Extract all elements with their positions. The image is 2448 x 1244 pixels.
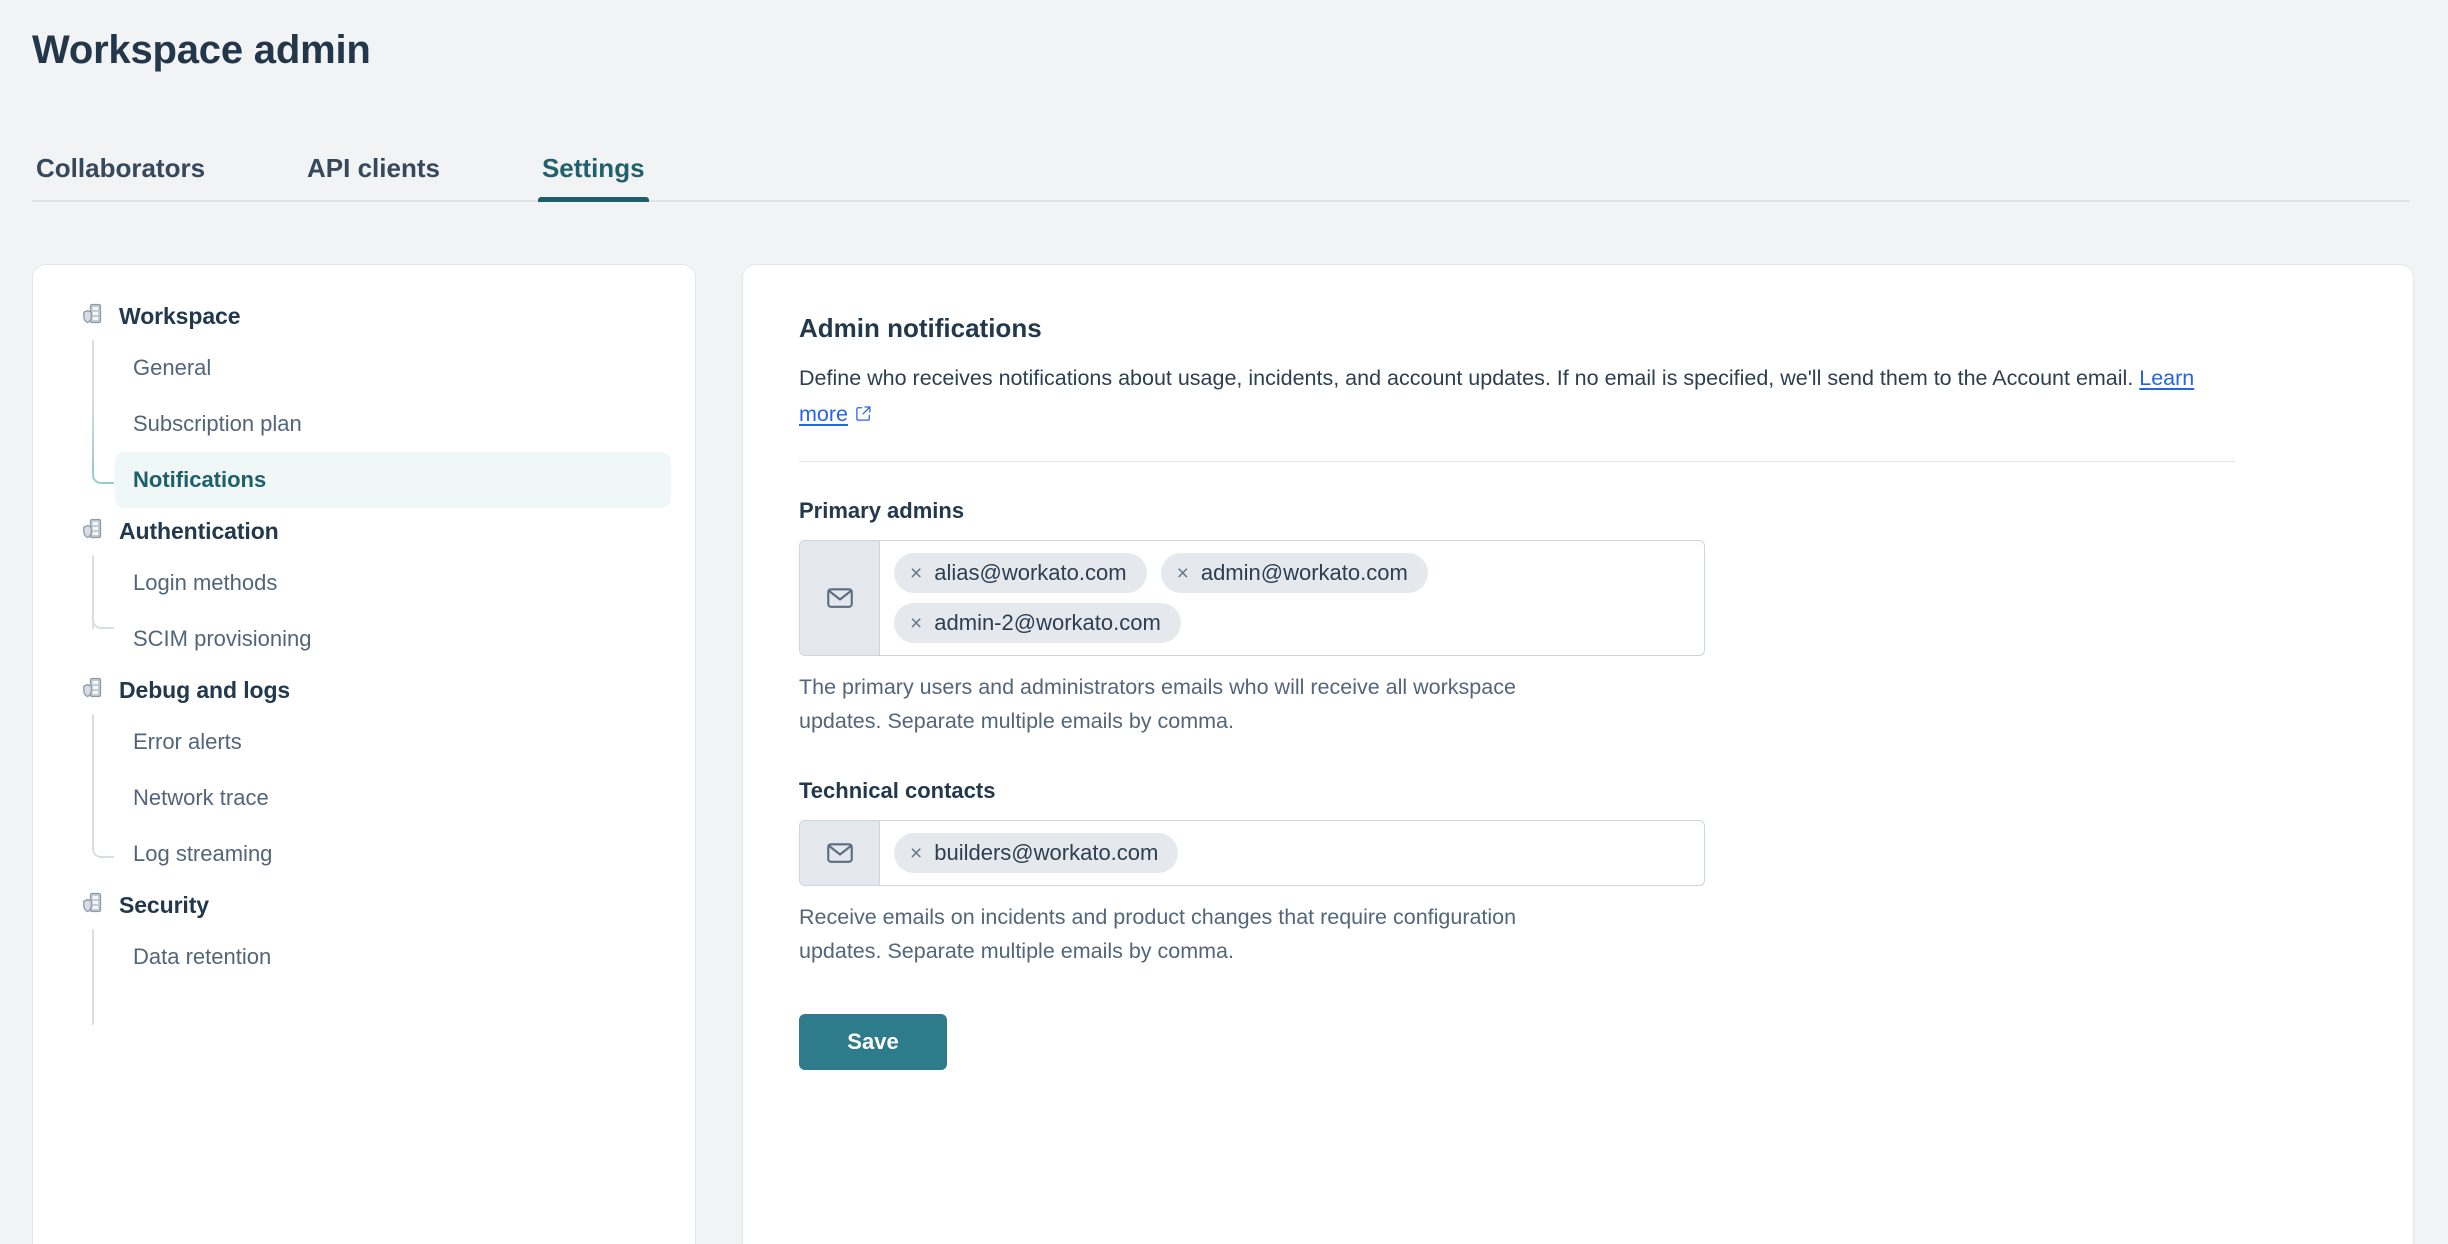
sidebar-item-log-streaming[interactable]: Log streaming [115,826,671,882]
nav-tree-line [92,714,94,844]
technical-contacts-help-text: Receive emails on incidents and product … [799,905,1517,963]
nav-tree-elbow [92,836,114,858]
email-chip[interactable]: × admin-2@workato.com [894,603,1181,643]
nav-tree-elbow [92,607,114,629]
save-button[interactable]: Save [799,1014,947,1070]
settings-sidebar-card: Workspace General Subscription plan Noti… [32,264,696,1244]
email-chip[interactable]: × builders@workato.com [894,833,1179,873]
tab-settings[interactable]: Settings [537,153,649,202]
nav-group-label: Workspace [119,303,241,329]
sidebar-item-scim-provisioning[interactable]: SCIM provisioning [115,611,671,667]
sidebar-item-data-retention[interactable]: Data retention [115,929,671,985]
tab-list: Collaborators API clients Settings [32,140,649,202]
section-divider [799,461,2235,462]
sidebar-item-login-methods[interactable]: Login methods [115,555,671,611]
nav-tree-elbow [92,462,114,484]
primary-admins-help-text: The primary users and administrators ema… [799,675,1516,733]
server-shield-icon [81,677,103,704]
primary-admins-label: Primary admins [799,498,965,523]
sidebar-item-error-alerts[interactable]: Error alerts [115,714,671,770]
tab-api-clients[interactable]: API clients [303,153,444,202]
email-chip[interactable]: × admin@workato.com [1160,553,1428,593]
primary-admins-chip-list: × alias@workato.com × admin@workato.com × a… [880,541,1704,655]
external-link-icon[interactable] [855,397,872,433]
email-chip-label: admin@workato.com [1200,560,1408,585]
section-title: Admin notifications [799,313,1042,343]
nav-group-label: Authentication [119,518,279,544]
nav-group-security: Security Data retention [57,882,671,1025]
nav-group-header-workspace[interactable]: Workspace [57,293,671,340]
primary-admins-field: Primary admins × alias@workato.com × admin… [799,498,2357,738]
nav-group-label: Security [119,892,209,918]
technical-contacts-input[interactable]: × builders@workato.com [799,820,1705,886]
remove-chip-icon[interactable]: × [1177,563,1189,584]
nav-children-authentication: Login methods SCIM provisioning [57,555,671,667]
nav-group-header-debug-and-logs[interactable]: Debug and logs [57,667,671,714]
admin-notifications-panel: Admin notifications Define who receives … [743,265,2413,1070]
email-chip-label: admin-2@workato.com [934,610,1161,635]
page-title: Workspace admin [32,28,371,72]
sidebar-item-network-trace[interactable]: Network trace [115,770,671,826]
email-chip-label: alias@workato.com [934,560,1127,585]
nav-group-authentication: Authentication Login methods SCIM provis… [57,508,671,667]
nav-tree-line [92,929,94,1025]
workspace-admin-page: Workspace admin Collaborators API client… [0,0,2448,1244]
envelope-icon [800,821,880,885]
sidebar-item-general[interactable]: General [115,340,671,396]
technical-contacts-field: Technical contacts × builders@workato.com… [799,778,2357,968]
nav-group-workspace: Workspace General Subscription plan Noti… [57,293,671,508]
sidebar-item-subscription-plan[interactable]: Subscription plan [115,396,671,452]
tab-collaborators[interactable]: Collaborators [32,153,209,202]
remove-chip-icon[interactable]: × [910,843,922,864]
technical-contacts-label: Technical contacts [799,778,996,803]
nav-children-debug-and-logs: Error alerts Network trace Log streaming [57,714,671,882]
section-description: Define who receives notifications about … [799,360,2229,433]
nav-group-debug-and-logs: Debug and logs Error alerts Network trac… [57,667,671,882]
remove-chip-icon[interactable]: × [910,563,922,584]
server-shield-icon [81,892,103,919]
email-chip[interactable]: × alias@workato.com [894,553,1147,593]
settings-nav: Workspace General Subscription plan Noti… [33,265,695,1025]
technical-contacts-chip-list: × builders@workato.com [880,821,1704,885]
sidebar-item-notifications[interactable]: Notifications [115,452,671,508]
nav-children-security: Data retention [57,929,671,1025]
server-shield-icon [81,518,103,545]
email-chip-label: builders@workato.com [934,840,1159,865]
primary-admins-input[interactable]: × alias@workato.com × admin@workato.com × a… [799,540,1705,656]
nav-tree-line [92,340,94,470]
server-shield-icon [81,303,103,330]
section-description-text: Define who receives notifications about … [799,366,2140,390]
nav-group-header-security[interactable]: Security [57,882,671,929]
remove-chip-icon[interactable]: × [910,613,922,634]
nav-children-workspace: General Subscription plan Notifications [57,340,671,508]
nav-group-label: Debug and logs [119,677,291,703]
nav-group-header-authentication[interactable]: Authentication [57,508,671,555]
tab-bar: Collaborators API clients Settings [0,140,2448,202]
envelope-icon [800,541,880,655]
settings-main-card: Admin notifications Define who receives … [742,264,2414,1244]
